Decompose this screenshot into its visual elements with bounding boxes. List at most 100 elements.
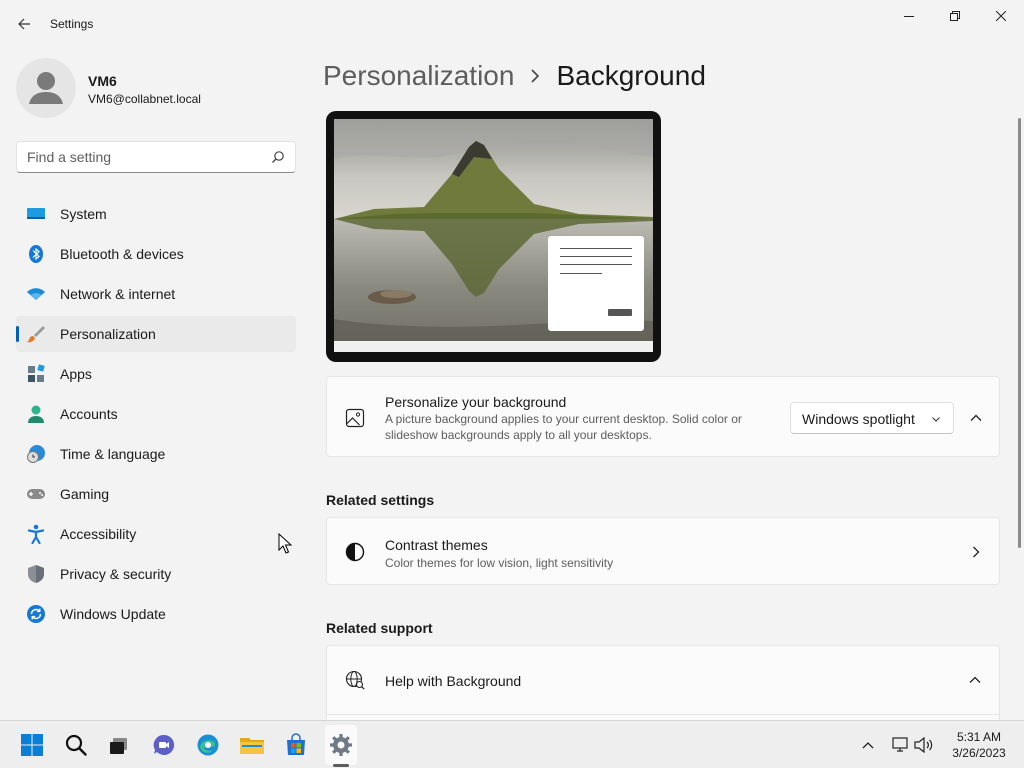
preview-line [560, 248, 632, 249]
sidebar-item-label: System [60, 206, 107, 222]
sidebar-item-apps[interactable]: Apps [16, 356, 296, 392]
card-title: Contrast themes [385, 537, 488, 553]
minimize-button[interactable] [886, 0, 932, 32]
sidebar-item-personalization[interactable]: Personalization [16, 316, 296, 352]
back-arrow-icon [18, 18, 30, 30]
teams-chat-button[interactable] [150, 731, 178, 759]
background-type-dropdown[interactable]: Windows spotlight [790, 402, 954, 434]
start-button[interactable] [18, 731, 46, 759]
gamepad-icon [27, 489, 45, 499]
sidebar-item-network[interactable]: Network & internet [16, 276, 296, 312]
settings-app-button[interactable] [327, 731, 355, 759]
sidebar-item-time-language[interactable]: Time & language [16, 436, 296, 472]
chevron-right-icon [530, 69, 540, 83]
sidebar-item-label: Apps [60, 366, 92, 382]
sidebar-item-label: Privacy & security [60, 566, 172, 582]
back-button[interactable] [10, 10, 38, 38]
sidebar-item-label: Accessibility [60, 526, 137, 542]
task-view-icon [110, 738, 127, 754]
preview-taskbar [334, 341, 653, 352]
card-title: Personalize your background [385, 394, 567, 410]
folder-icon [240, 738, 264, 754]
card-description: Color themes for low vision, light sensi… [385, 556, 614, 570]
microsoft-store-button[interactable] [282, 731, 310, 759]
collapse-button[interactable] [963, 402, 989, 434]
chat-icon [153, 734, 175, 755]
sidebar-item-label: Network & internet [60, 286, 176, 302]
title-bar: Settings [0, 0, 1024, 48]
sidebar-item-gaming[interactable]: Gaming [16, 476, 296, 512]
preview-line [560, 256, 632, 257]
apps-icon [28, 364, 45, 382]
sidebar-item-label: Gaming [60, 486, 110, 502]
taskbar-search-button[interactable] [62, 731, 90, 759]
page-title: Background [556, 60, 706, 91]
gear-icon [330, 734, 352, 756]
windows-logo-icon [21, 734, 43, 756]
avatar [16, 58, 76, 118]
wifi-icon [27, 288, 45, 300]
dropdown-value: Windows spotlight [802, 411, 915, 427]
contrast-themes-link[interactable]: Contrast themes Color themes for low vis… [326, 517, 1000, 585]
brush-icon [27, 326, 45, 343]
file-explorer-button[interactable] [238, 731, 266, 759]
user-email: VM6@collabnet.local [88, 92, 201, 106]
help-with-background-card[interactable]: Help with Background [326, 645, 1000, 725]
preview-button [608, 309, 632, 316]
sidebar-item-label: Time & language [60, 446, 166, 462]
chevron-down-icon [932, 417, 940, 422]
scrollbar[interactable] [1018, 118, 1021, 548]
breadcrumb: Personalization Background [323, 58, 706, 94]
window-title: Settings [50, 17, 94, 31]
volume-icon [914, 737, 933, 753]
background-setting-card[interactable]: Personalize your background A picture ba… [326, 376, 1000, 457]
preview-line [560, 273, 602, 274]
restore-icon [950, 11, 960, 21]
search-box[interactable] [16, 141, 296, 173]
network-icon [892, 737, 908, 752]
minimize-icon [904, 16, 914, 17]
search-icon [65, 734, 87, 756]
volume-button[interactable] [914, 735, 934, 755]
sidebar-item-accounts[interactable]: Accounts [16, 396, 296, 432]
clock[interactable]: 5:31 AM 3/26/2023 [944, 729, 1014, 761]
card-description: A picture background applies to your cur… [385, 412, 742, 442]
search-icon[interactable] [271, 150, 285, 164]
system-icon [27, 208, 45, 219]
sidebar-item-label: Accounts [60, 406, 118, 422]
user-profile[interactable]: VM6 VM6@collabnet.local [16, 58, 296, 118]
taskbar: 5:31 AM 3/26/2023 [0, 720, 1024, 768]
clock-time: 5:31 AM [956, 730, 1002, 744]
sidebar-item-privacy-security[interactable]: Privacy & security [16, 556, 296, 592]
related-settings-heading: Related settings [326, 492, 435, 508]
chevron-right-icon [973, 546, 980, 558]
edge-icon [197, 734, 219, 756]
preview-line [560, 264, 632, 265]
show-hidden-icons-button[interactable] [858, 735, 878, 755]
time-language-icon [27, 445, 45, 463]
clock-date: 3/26/2023 [952, 746, 1006, 760]
task-view-button[interactable] [105, 731, 133, 759]
close-icon [996, 11, 1006, 21]
sidebar-item-label: Bluetooth & devices [60, 246, 184, 262]
sidebar-item-accessibility[interactable]: Accessibility [16, 516, 296, 552]
close-button[interactable] [978, 0, 1024, 32]
edge-browser-button[interactable] [194, 731, 222, 759]
search-input[interactable] [17, 142, 257, 172]
breadcrumb-parent[interactable]: Personalization [323, 60, 514, 92]
restore-button[interactable] [932, 0, 978, 32]
sidebar-item-system[interactable]: System [16, 196, 296, 232]
divider [327, 714, 999, 715]
user-name: VM6 [88, 73, 117, 89]
shield-icon [28, 565, 44, 583]
chevron-up-icon[interactable] [969, 676, 981, 684]
network-status-button[interactable] [890, 735, 910, 755]
sidebar-item-label: Personalization [60, 326, 156, 342]
picture-icon [345, 408, 365, 428]
mouse-cursor-icon [278, 533, 292, 554]
sidebar-item-bluetooth[interactable]: Bluetooth & devices [16, 236, 296, 272]
sidebar-item-windows-update[interactable]: Windows Update [16, 596, 296, 632]
wallpaper-preview [334, 119, 653, 352]
contrast-icon [345, 542, 365, 562]
accessibility-icon [27, 524, 45, 544]
